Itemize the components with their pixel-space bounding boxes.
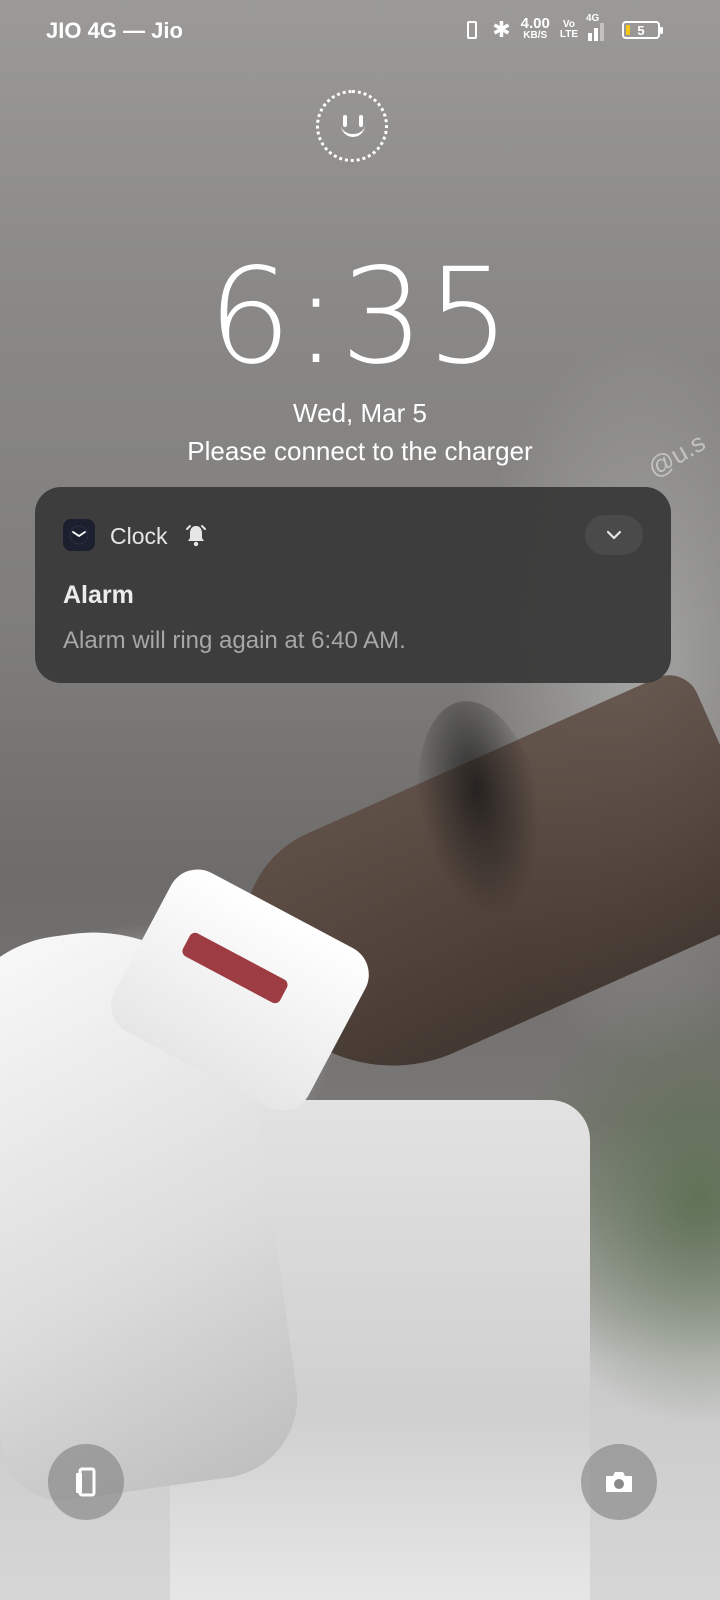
- notification-app-name: Clock: [110, 523, 168, 549]
- clock-app-icon: [63, 519, 95, 551]
- volte-indicator: Vo LTE: [560, 20, 578, 40]
- notification-expand-button[interactable]: [585, 515, 643, 555]
- face-unlock-icon[interactable]: [316, 90, 388, 162]
- volte-bottom: LTE: [559, 29, 578, 40]
- network-speed-unit: KB/S: [523, 30, 548, 41]
- lock-screen: @u.s JIO 4G — Jio ✱ 4.00 KB/S Vo LTE 4G: [0, 0, 720, 1600]
- chevron-down-icon: [606, 530, 622, 540]
- wallet-icon: [76, 1467, 96, 1497]
- lock-screen-date: Wed, Mar 5: [293, 398, 427, 428]
- battery-icon: 5: [622, 21, 663, 39]
- bluetooth-icon: ✱: [492, 17, 511, 42]
- status-icons: ✱ 4.00 KB/S Vo LTE 4G 5: [462, 13, 663, 42]
- network-type: 4G: [586, 13, 600, 24]
- battery-level: 5: [637, 22, 645, 38]
- wallet-shortcut-button[interactable]: [48, 1444, 124, 1520]
- battery-fill: [626, 25, 630, 35]
- lock-screen-time: 6:35: [207, 240, 513, 394]
- alarm-notification[interactable]: Clock Alarm Alarm will ring again at 6:4…: [35, 487, 671, 683]
- camera-icon: [606, 1472, 632, 1492]
- vibrate-icon: [462, 19, 482, 41]
- network-speed: 4.00 KB/S: [520, 15, 550, 42]
- charger-message: Please connect to the charger: [187, 436, 533, 466]
- alarm-bell-icon: [185, 523, 207, 547]
- signal-strength-icon: 4G: [586, 13, 604, 41]
- carrier-label: JIO 4G — Jio: [46, 18, 183, 43]
- network-speed-value: 4.00: [520, 15, 550, 32]
- notification-body: Alarm will ring again at 6:40 AM.: [63, 627, 406, 654]
- status-bar: JIO 4G — Jio ✱ 4.00 KB/S Vo LTE 4G 5: [0, 0, 720, 64]
- notification-title: Alarm: [63, 581, 134, 609]
- camera-shortcut-button[interactable]: [581, 1444, 657, 1520]
